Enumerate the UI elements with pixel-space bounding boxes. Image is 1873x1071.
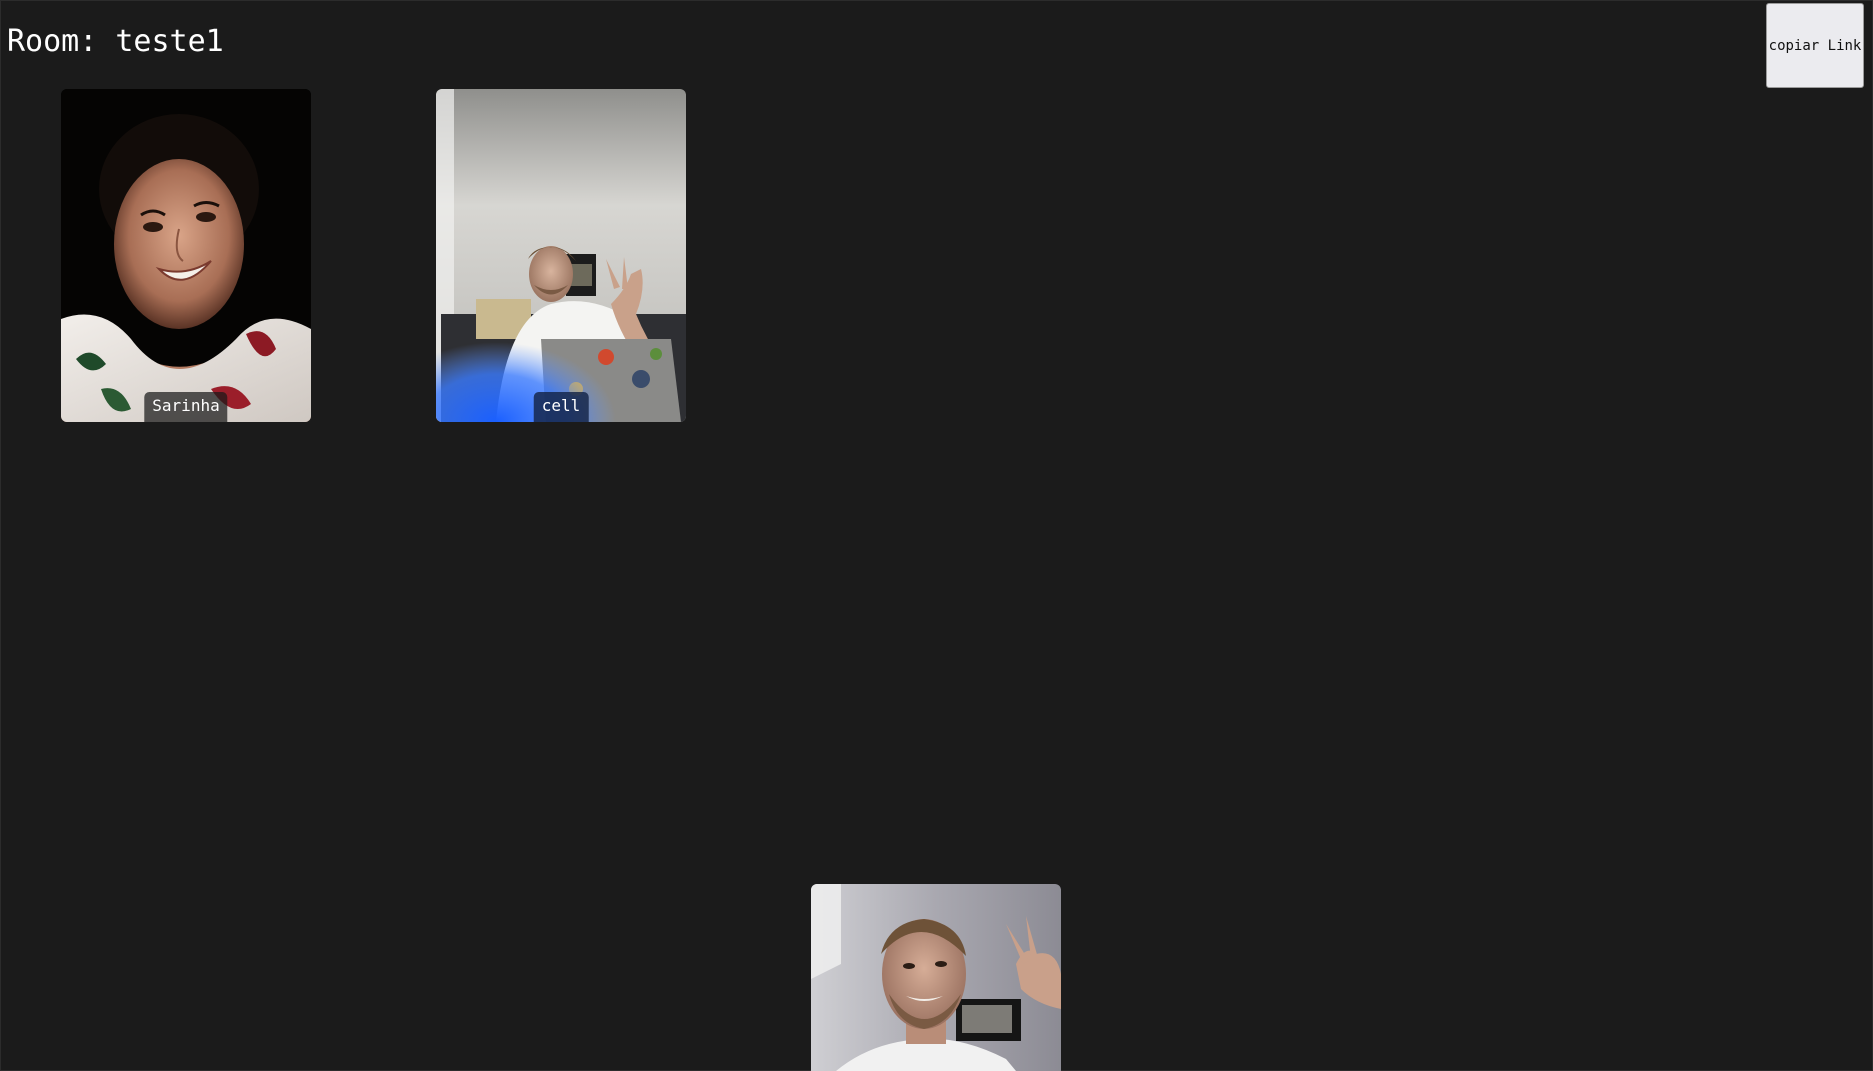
participant-video-feed	[436, 89, 686, 422]
participant-name-label: cell	[533, 392, 589, 422]
participant-video-tile: Sarinha	[61, 89, 311, 422]
local-video-tile	[811, 884, 1061, 1071]
local-video-feed	[811, 884, 1061, 1071]
room-title: Room: teste1	[7, 24, 224, 59]
participant-video-feed	[61, 89, 311, 422]
copy-link-button[interactable]: copiar Link	[1766, 3, 1864, 88]
participant-name-label: Sarinha	[144, 392, 228, 422]
participant-video-tile: cell	[436, 89, 686, 422]
